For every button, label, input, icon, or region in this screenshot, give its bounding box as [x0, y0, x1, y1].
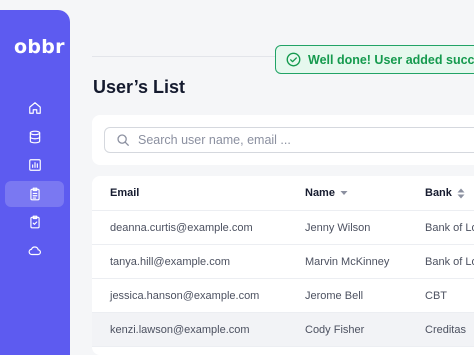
column-header-label: Name [305, 187, 335, 199]
clipboard-list-icon [30, 187, 40, 201]
sort-icon[interactable] [457, 188, 465, 199]
cell-email: kenzi.lawson@example.com [110, 323, 250, 336]
cell-name: Cody Fisher [305, 323, 365, 336]
cell-name: Jenny Wilson [305, 221, 371, 234]
table-row[interactable]: kenzi.lawson@example.com Cody Fisher Cre… [92, 313, 474, 347]
sidebar-item-tasks[interactable] [5, 209, 64, 235]
clipboard-check-icon [30, 215, 40, 229]
cell-email: tanya.hill@example.com [110, 255, 230, 268]
table-row[interactable]: tanya.hill@example.com Marvin McKinney B… [92, 245, 474, 279]
search-card [92, 115, 474, 165]
cell-bank: Bank of Lo [425, 255, 474, 268]
sidebar-item-database[interactable] [5, 124, 64, 150]
bar-chart-icon [29, 159, 41, 171]
cell-email: jessica.hanson@example.com [110, 289, 260, 302]
users-table: Email Name Bank deanna.curtis@example.co… [92, 176, 474, 355]
toast-message: Well done! User added successf [308, 52, 474, 67]
page-title: User’s List [93, 77, 186, 97]
database-icon [29, 130, 41, 144]
sidebar: obbr [0, 10, 70, 355]
cell-bank: CBT [425, 289, 447, 302]
sidebar-item-cloud[interactable] [5, 238, 64, 264]
cell-bank: Bank of Lo [425, 221, 474, 234]
sidebar-item-home[interactable] [5, 95, 64, 121]
column-header-name[interactable]: Name [305, 176, 348, 210]
cell-name: Jerome Bell [305, 289, 364, 302]
column-header-label: Email [110, 187, 140, 199]
home-icon [29, 102, 41, 114]
column-header-label: Bank [425, 187, 452, 199]
cell-name: Marvin McKinney [305, 255, 390, 268]
cloud-icon [28, 246, 41, 256]
cell-bank: Creditas [425, 323, 466, 336]
sidebar-item-users[interactable] [5, 181, 64, 207]
column-header-email[interactable]: Email [110, 176, 139, 210]
app-logo[interactable]: obbr [14, 36, 65, 58]
sidebar-item-analytics[interactable] [5, 152, 64, 178]
caret-down-icon[interactable] [340, 190, 348, 196]
success-toast: Well done! User added successf [275, 45, 474, 74]
table-header-row: Email Name Bank [92, 176, 474, 211]
main-content: Well done! User added successf User’s Li… [78, 0, 474, 355]
search-input[interactable] [138, 133, 438, 147]
cell-email: deanna.curtis@example.com [110, 221, 253, 234]
search-icon [117, 134, 129, 146]
check-circle-icon [286, 52, 301, 67]
search-box[interactable] [104, 127, 474, 153]
table-row[interactable]: jessica.hanson@example.com Jerome Bell C… [92, 279, 474, 313]
column-header-bank[interactable]: Bank [425, 176, 465, 210]
table-row[interactable]: deanna.curtis@example.com Jenny Wilson B… [92, 211, 474, 245]
